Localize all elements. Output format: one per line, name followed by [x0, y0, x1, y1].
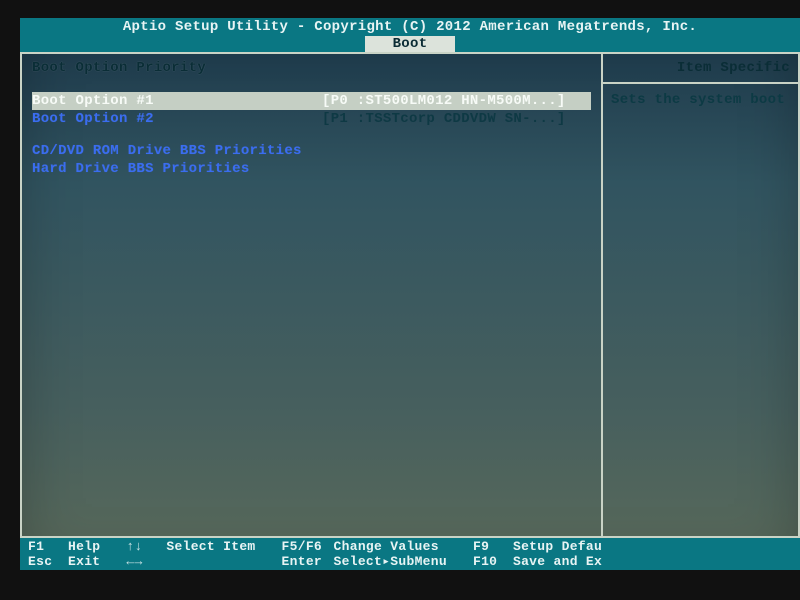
f10-label: Save and Ex [513, 554, 620, 569]
header-title: Aptio Setup Utility - Copyright (C) 2012… [123, 18, 697, 36]
esc-key: Esc [20, 554, 68, 569]
updown-key: ↑↓ [118, 539, 166, 554]
footer-group-3: F5/F6 Change Values Enter Select▸SubMenu [274, 538, 465, 570]
main-panel: Boot Option Priority Boot Option #1 [P0 … [22, 54, 603, 536]
option-value: [P0 :ST500LM012 HN-M500M...] [322, 92, 591, 110]
f9-label: Setup Defau [513, 539, 620, 554]
f5f6-label: Change Values [334, 539, 457, 554]
boot-option-1[interactable]: Boot Option #1 [P0 :ST500LM012 HN-M500M.… [32, 92, 591, 110]
updown-label: Select Item [166, 539, 273, 554]
f1-key: F1 [20, 539, 68, 554]
leftright-label [166, 554, 184, 569]
side-panel: Item Specific Sets the system boot [603, 54, 798, 536]
footer-bar: F1 Help Esc Exit ↑↓ Select Item ←→ F5/F6… [20, 538, 800, 570]
side-divider [603, 82, 798, 84]
f1-label: Help [68, 539, 118, 554]
work-area: Boot Option Priority Boot Option #1 [P0 … [20, 52, 800, 538]
option-label: Boot Option #1 [32, 92, 322, 110]
footer-group-4: F9 Setup Defau F10 Save and Ex [465, 538, 620, 570]
enter-label: Select▸SubMenu [334, 554, 465, 569]
side-title: Item Specific [611, 60, 790, 76]
header-bar: Aptio Setup Utility - Copyright (C) 2012… [20, 18, 800, 52]
esc-label: Exit [68, 554, 118, 569]
bios-screen: Aptio Setup Utility - Copyright (C) 2012… [20, 18, 800, 570]
leftright-key: ←→ [118, 554, 166, 569]
submenu-harddrive-bbs[interactable]: Hard Drive BBS Priorities [32, 160, 591, 178]
boot-option-2[interactable]: Boot Option #2 [P1 :TSSTcorp CDDVDW SN-.… [32, 110, 591, 128]
footer-group-1: F1 Help Esc Exit [20, 538, 118, 570]
option-label: Boot Option #2 [32, 110, 322, 128]
section-title: Boot Option Priority [32, 60, 591, 76]
submenu-label: CD/DVD ROM Drive BBS Priorities [32, 142, 322, 160]
enter-key: Enter [274, 554, 334, 569]
spacer [32, 128, 591, 142]
f9-key: F9 [465, 539, 513, 554]
option-value: [P1 :TSSTcorp CDDVDW SN-...] [322, 110, 591, 128]
submenu-cddvd-bbs[interactable]: CD/DVD ROM Drive BBS Priorities [32, 142, 591, 160]
f5f6-key: F5/F6 [274, 539, 334, 554]
tab-boot[interactable]: Boot [365, 36, 456, 52]
submenu-label: Hard Drive BBS Priorities [32, 160, 322, 178]
footer-group-2: ↑↓ Select Item ←→ [118, 538, 273, 570]
f10-key: F10 [465, 554, 513, 569]
help-text: Sets the system boot [611, 92, 790, 108]
